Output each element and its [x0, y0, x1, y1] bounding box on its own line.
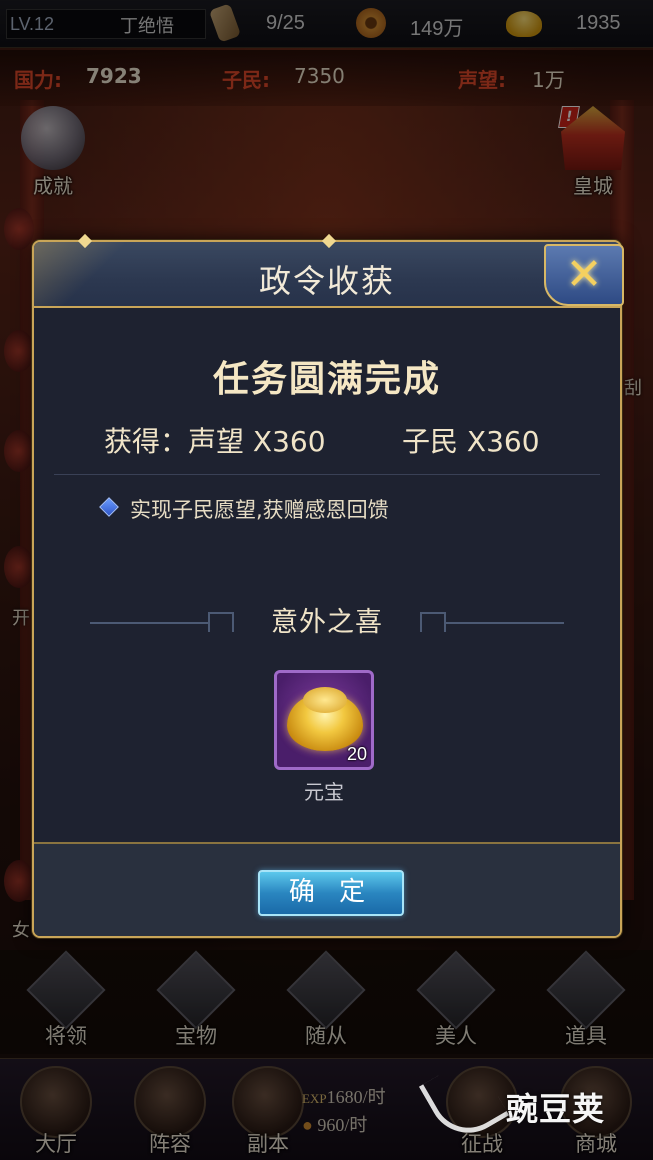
dialog-footer: 确 定 — [34, 842, 620, 936]
confirm-button[interactable]: 确 定 — [258, 870, 404, 916]
item-name: 元宝 — [304, 780, 344, 804]
watermark-text: 豌豆荚 — [506, 1090, 606, 1128]
reward-prestige: 获得：声望 X360 — [104, 425, 326, 458]
dialog-header: 政令收获 — [34, 233, 620, 308]
surprise-title: 意外之喜 — [271, 607, 383, 638]
close-button[interactable]: ✕ — [544, 244, 624, 306]
pea-pod-logo-icon — [418, 1054, 510, 1148]
bullet-diamond-icon — [99, 497, 119, 517]
task-complete-headline: 任务圆满完成 — [212, 359, 441, 400]
close-x-icon: ✕ — [565, 249, 603, 300]
reward-citizens: 子民 X360 — [402, 425, 540, 458]
watermark-logo: 豌豆荚 — [418, 1054, 632, 1148]
dialog-body: 任务圆满完成 获得：声望 X360 子民 X360 实现子民愿望,获赠感恩回馈 … — [34, 310, 620, 842]
decree-reward-dialog: 政令收获 ✕ 任务圆满完成 获得：声望 X360 子民 X360 实现子民愿望,… — [32, 233, 624, 938]
wish-note: 实现子民愿望,获赠感恩回馈 — [130, 498, 389, 522]
ingot-highlight — [303, 687, 347, 713]
item-count: 20 — [346, 744, 367, 764]
section-divider — [54, 474, 600, 475]
dialog-title: 政令收获 — [258, 262, 395, 300]
reward-item-slot[interactable]: 20 — [274, 670, 374, 770]
